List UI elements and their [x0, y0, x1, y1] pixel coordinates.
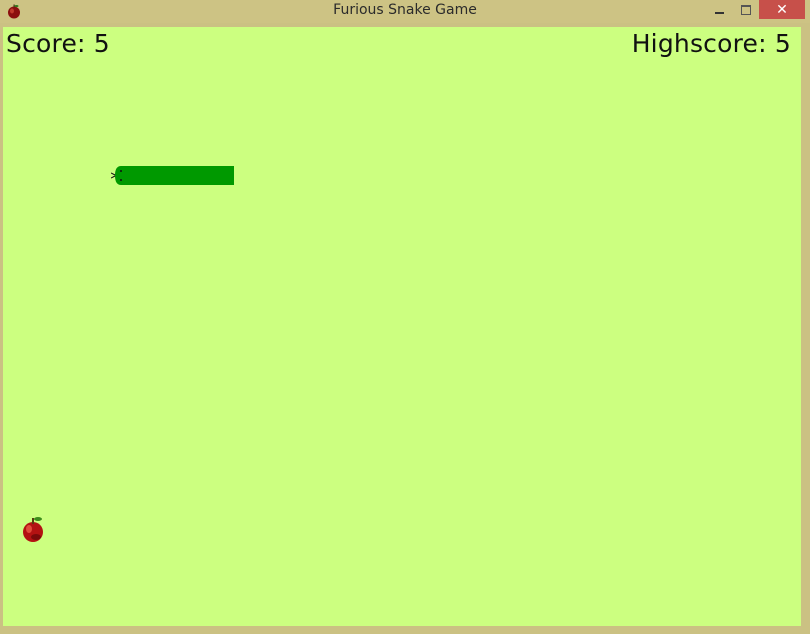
snake-body — [129, 166, 234, 185]
minimize-button[interactable] — [706, 0, 733, 19]
maximize-button[interactable] — [733, 0, 759, 19]
title-bar[interactable]: Furious Snake Game ✕ — [0, 0, 810, 23]
score-label: Score: 5 — [6, 29, 110, 58]
minimize-icon — [715, 11, 724, 14]
close-icon: ✕ — [776, 1, 788, 18]
window-title: Furious Snake Game — [333, 2, 477, 18]
close-button[interactable]: ✕ — [759, 0, 805, 19]
highscore-label: Highscore: 5 — [631, 29, 791, 58]
game-canvas[interactable]: Score: 5 Highscore: 5 — [3, 27, 801, 626]
window-frame-bottom — [0, 628, 810, 634]
maximize-icon — [741, 4, 751, 15]
snake-head-icon — [111, 166, 133, 185]
game-window: Furious Snake Game ✕ Score: 5 Highscore:… — [0, 0, 810, 634]
apple-icon — [23, 517, 43, 542]
